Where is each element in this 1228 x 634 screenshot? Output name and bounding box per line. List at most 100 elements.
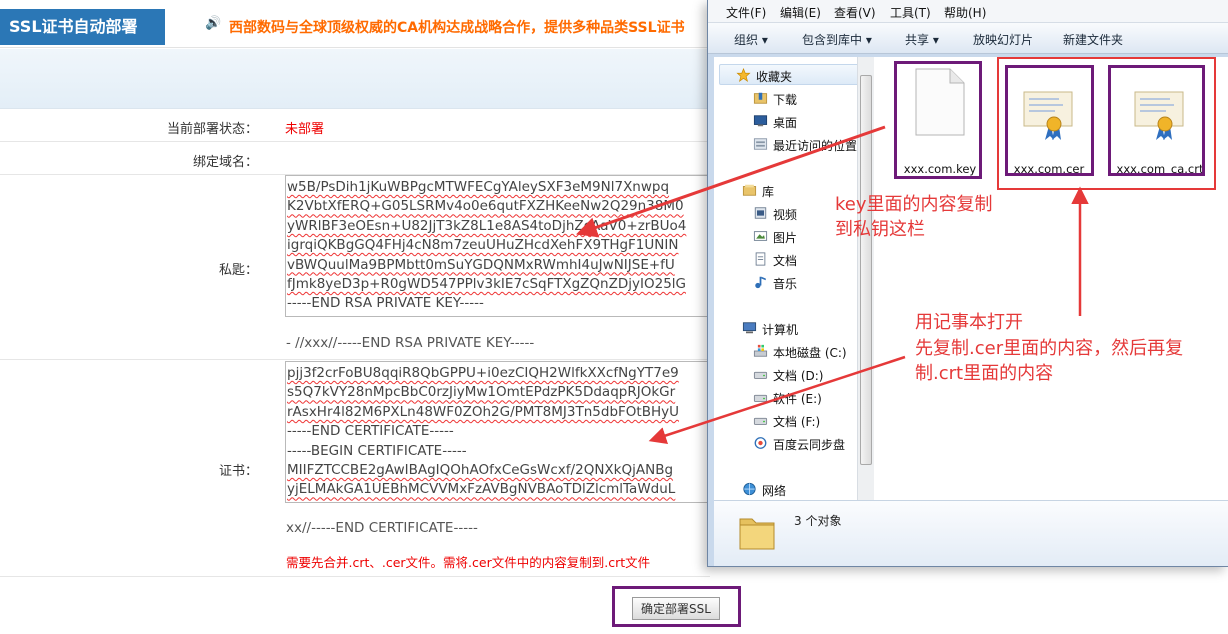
nav-recent-label: 最近访问的位置 bbox=[773, 139, 858, 153]
notice-banner: 西部数码与全球顶级权威的CA机构达成战略合作，提供多种品类SSL证书 bbox=[229, 20, 685, 36]
nav-drive-c-label: 本地磁盘 (C:) bbox=[773, 346, 847, 360]
downloads-folder-icon bbox=[753, 92, 768, 104]
textarea-line: pjj3f2crFoBU8qqiR8QbGPPU+i0ezCIQH2WlfkXX… bbox=[287, 365, 679, 381]
menu-tools[interactable]: 工具(T) bbox=[890, 4, 931, 21]
speaker-icon: 🔊 bbox=[205, 16, 222, 31]
nav-drive-d[interactable]: 文档 (D:) bbox=[753, 367, 824, 384]
textarea-line: s5Q7kVY28nMpcBbC0rzJiyMw1OmtEPdzPK5Ddaqp… bbox=[287, 384, 676, 401]
nav-drive-c[interactable]: 本地磁盘 (C:) bbox=[753, 344, 847, 361]
folder-icon bbox=[739, 518, 775, 550]
nav-documents[interactable]: 文档 bbox=[755, 252, 798, 269]
drive-icon bbox=[753, 394, 768, 402]
windows-drive-icon bbox=[753, 344, 768, 357]
picture-icon bbox=[753, 231, 768, 241]
scrollbar-thumb[interactable] bbox=[860, 75, 872, 465]
nav-drive-d-label: 文档 (D:) bbox=[773, 369, 824, 383]
music-icon bbox=[755, 276, 766, 289]
nav-computer[interactable]: 计算机 bbox=[742, 321, 799, 338]
nav-music[interactable]: 音乐 bbox=[755, 275, 798, 292]
key-file-highlight-box bbox=[894, 61, 982, 179]
details-pane: 3 个对象 bbox=[714, 500, 1228, 566]
network-icon bbox=[743, 482, 756, 496]
annotation-key-note-line1: key里面的内容复制 bbox=[835, 194, 993, 215]
nav-downloads[interactable]: 下载 bbox=[753, 91, 798, 108]
textarea-line: vBWQuulMa9BPMbtt0mSuYGDQNMxRWmhI4uJwNIJS… bbox=[287, 256, 675, 273]
textarea-line: yjELMAkGA1UEBhMCVVMxFzAVBgNVBAoTDlZlcmlT… bbox=[287, 481, 676, 498]
nav-network[interactable]: 网络 bbox=[743, 482, 787, 499]
nav-libraries-label: 库 bbox=[762, 185, 775, 199]
private-key-textarea[interactable]: w5B/PsDih1jKuWBPgcMTWFECgYAleySXF3eM9Nl7… bbox=[285, 175, 715, 317]
nav-pictures[interactable]: 图片 bbox=[753, 229, 798, 246]
nav-libraries[interactable]: 库 bbox=[742, 183, 775, 200]
merge-warning: 需要先合并.crt、.cer文件。需将.cer文件中的内容复制到.crt文件 bbox=[286, 555, 651, 570]
document-icon bbox=[755, 252, 766, 266]
nav-desktop[interactable]: 桌面 bbox=[753, 114, 798, 131]
include-library-button[interactable]: 包含到库中 ▾ bbox=[802, 31, 872, 48]
textarea-line: -----BEGIN CERTIFICATE----- bbox=[287, 442, 467, 459]
menu-view[interactable]: 查看(V) bbox=[834, 4, 876, 21]
textarea-line: -----END RSA PRIVATE KEY----- bbox=[287, 295, 484, 312]
nav-drive-f[interactable]: 文档 (F:) bbox=[753, 413, 821, 430]
share-button[interactable]: 共享 ▾ bbox=[905, 31, 939, 48]
computer-icon bbox=[742, 322, 757, 334]
library-icon bbox=[742, 184, 757, 196]
nav-pictures-label: 图片 bbox=[773, 231, 798, 245]
navigation-scrollbar[interactable] bbox=[857, 57, 874, 500]
cloud-sync-icon bbox=[754, 437, 767, 449]
nav-baidu-cloud[interactable]: 百度云同步盘 bbox=[754, 436, 846, 453]
nav-drive-e[interactable]: 软件 (E:) bbox=[753, 390, 822, 407]
menu-help[interactable]: 帮助(H) bbox=[944, 4, 986, 21]
menu-bar: 文件(F) 编辑(E) 查看(V) 工具(T) 帮助(H) bbox=[708, 0, 1228, 23]
nav-videos-label: 视频 bbox=[773, 208, 798, 222]
recent-places-icon bbox=[753, 138, 768, 150]
drive-icon bbox=[753, 417, 768, 425]
nav-recent[interactable]: 最近访问的位置 bbox=[753, 137, 858, 154]
slideshow-button[interactable]: 放映幻灯片 bbox=[973, 31, 1033, 48]
nav-favorites-label: 收藏夹 bbox=[756, 70, 793, 84]
domain-row: 绑定域名： bbox=[0, 142, 710, 175]
page-title: SSL证书自动部署 bbox=[0, 9, 165, 45]
command-bar: 组织 ▾ 包含到库中 ▾ 共享 ▾ 放映幻灯片 新建文件夹 bbox=[708, 23, 1228, 54]
annotation-key-note-line2: 到私钥这栏 bbox=[835, 219, 925, 240]
nav-baidu-cloud-label: 百度云同步盘 bbox=[773, 438, 846, 452]
textarea-line: fJmk8yeD3p+R0gWD547PPlv3kIE7cSqFTXgZQnZD… bbox=[287, 276, 686, 293]
nav-downloads-label: 下载 bbox=[773, 93, 798, 107]
status-value: 未部署 bbox=[285, 122, 325, 137]
nav-documents-label: 文档 bbox=[773, 254, 798, 268]
annotation-cert-note-line3: 制.crt里面的内容 bbox=[915, 363, 1054, 384]
nav-music-label: 音乐 bbox=[773, 277, 798, 291]
nav-favorites[interactable]: 收藏夹 bbox=[736, 68, 793, 85]
nav-desktop-label: 桌面 bbox=[773, 116, 798, 130]
private-key-footer: - //xxx//-----END RSA PRIVATE KEY----- bbox=[286, 335, 535, 351]
textarea-line: MIIFZTCCBE2gAwIBAgIQOhAOfxCeGsWcxf/2QNXk… bbox=[287, 462, 674, 479]
nav-drive-e-label: 软件 (E:) bbox=[773, 392, 822, 406]
certificate-label: 证书： bbox=[218, 464, 258, 479]
explorer-window: 文件(F) 编辑(E) 查看(V) 工具(T) 帮助(H) 组织 ▾ 包含到库中… bbox=[707, 0, 1228, 567]
textarea-line: K2VbtXfERQ+G05LSRMv4o0e6qutFXZHKeeNw2Q29… bbox=[287, 198, 684, 215]
annotation-cert-note-line2: 先复制.cer里面的内容，然后再复 bbox=[915, 338, 1184, 359]
new-folder-button[interactable]: 新建文件夹 bbox=[1063, 31, 1123, 48]
organize-button[interactable]: 组织 ▾ bbox=[734, 31, 768, 48]
navigation-pane: 收藏夹 下载 桌面 最近访问的位置 库 视频 图片 文档 音乐 计算机 本地磁盘… bbox=[714, 57, 864, 500]
drive-icon bbox=[753, 371, 768, 379]
menu-edit[interactable]: 编辑(E) bbox=[780, 4, 821, 21]
textarea-line: w5B/PsDih1jKuWBPgcMTWFECgYAleySXF3eM9Nl7… bbox=[287, 179, 670, 195]
certificate-textarea[interactable]: pjj3f2crFoBU8qqiR8QbGPPU+i0ezCIQH2WlfkXX… bbox=[285, 361, 715, 503]
textarea-line: -----END CERTIFICATE----- bbox=[287, 423, 454, 440]
nav-network-label: 网络 bbox=[762, 484, 787, 498]
certificate-files-red-box bbox=[997, 57, 1216, 190]
certificate-footer: xx//-----END CERTIFICATE----- bbox=[286, 520, 478, 536]
nav-computer-label: 计算机 bbox=[762, 323, 799, 337]
nav-drive-f-label: 文档 (F:) bbox=[773, 415, 821, 429]
textarea-line: yWRlBF3eOEsn+U82JjT3kZ8L1e8AS4toDjhZcAaV… bbox=[287, 217, 687, 234]
domain-label: 绑定域名： bbox=[192, 155, 258, 170]
file-list: xxx.com.key xxx.com.cer xxx.com_ca.crt bbox=[874, 57, 1228, 500]
video-icon bbox=[754, 207, 767, 219]
menu-file[interactable]: 文件(F) bbox=[726, 4, 766, 21]
deploy-ssl-button[interactable]: 确定部署SSL bbox=[632, 597, 720, 620]
status-row: 当前部署状态： 未部署 bbox=[0, 109, 710, 142]
nav-videos[interactable]: 视频 bbox=[754, 206, 798, 223]
private-key-label: 私匙： bbox=[218, 263, 258, 278]
textarea-line: rAsxHr4l82M6PXLn48WF0ZOh2G/PMT8MJ3Tn5dbF… bbox=[287, 403, 679, 420]
annotation-cert-note-line1: 用记事本打开 bbox=[915, 312, 1023, 333]
